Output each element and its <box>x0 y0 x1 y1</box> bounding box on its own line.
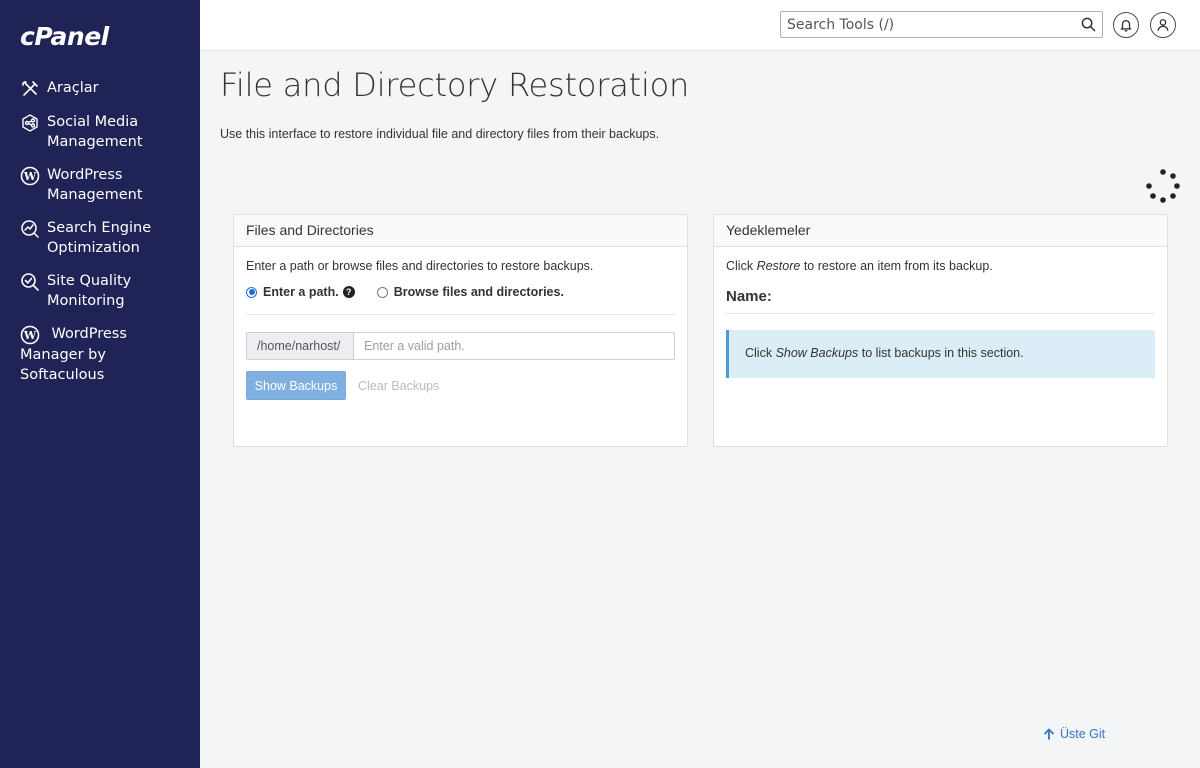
radio-button-selected[interactable] <box>246 286 257 298</box>
radio-label: Enter a path. <box>263 285 339 299</box>
restore-instructions: Click Restore to restore an item from it… <box>726 259 1155 273</box>
text: to restore an item from its backup. <box>800 259 993 273</box>
back-to-top-label: Üste Git <box>1060 727 1106 741</box>
radio-label: Browse files and directories. <box>393 285 564 299</box>
arrow-up-icon <box>1044 728 1054 740</box>
magnifier-check-icon <box>21 273 39 291</box>
restore-mode-radios: Enter a path. ? Browse files and directo… <box>246 285 675 299</box>
search-box <box>780 11 1103 38</box>
sidebar-item-araclar[interactable]: Araçlar <box>0 78 200 99</box>
help-question-icon[interactable]: ? <box>342 286 355 298</box>
restore-emphasis: Restore <box>756 259 801 273</box>
path-input-group: /home/narhost/ <box>246 332 675 360</box>
search-icon[interactable] <box>1081 17 1096 32</box>
social-media-icon <box>22 114 38 132</box>
cpanel-logo[interactable]: cPanel <box>20 22 109 51</box>
sidebar-item-site-quality[interactable]: Site Quality Monitoring <box>0 271 200 311</box>
name-heading: Name: <box>726 288 1155 314</box>
search-tools-input[interactable] <box>781 12 1071 37</box>
user-menu-button[interactable] <box>1150 12 1176 38</box>
sidebar-item-label: Social Media Management <box>47 114 143 150</box>
svg-text:W: W <box>23 170 37 183</box>
backups-panel: Yedeklemeler Click Restore to restore an… <box>713 214 1168 447</box>
text: Click <box>726 259 757 273</box>
wordpress-icon: W <box>20 325 40 345</box>
sidebar-item-label: Araçlar <box>47 80 99 96</box>
page-title: File and Directory Restoration <box>220 66 690 104</box>
info-alert: Click Show Backups to list backups in th… <box>726 330 1155 378</box>
panel-heading: Yedeklemeler <box>714 215 1167 247</box>
radio-button[interactable] <box>376 286 388 298</box>
user-icon <box>1157 19 1169 31</box>
panel-description: Enter a path or browse files and directo… <box>246 259 594 273</box>
tools-icon <box>22 81 38 96</box>
svg-text:W: W <box>23 329 37 342</box>
sidebar-item-label: WordPress Management <box>47 167 143 203</box>
sidebar: cPanel Araçlar Social Media Management W… <box>0 0 200 768</box>
sidebar-item-label: Search Engine Optimization <box>47 220 152 256</box>
radio-enter-path[interactable]: Enter a path. ? <box>246 285 355 299</box>
notifications-button[interactable] <box>1113 12 1139 38</box>
show-backups-button[interactable]: Show Backups <box>246 371 346 400</box>
path-prefix: /home/narhost/ <box>246 332 354 360</box>
sidebar-item-wordpress-management[interactable]: W WordPress Management <box>0 165 200 205</box>
panel-heading: Files and Directories <box>234 215 687 247</box>
files-directories-panel: Files and Directories Enter a path or br… <box>233 214 688 447</box>
divider <box>246 314 675 315</box>
topbar <box>200 0 1200 51</box>
bell-icon <box>1120 19 1132 32</box>
sidebar-nav: Araçlar Social Media Management W WordPr… <box>0 78 200 398</box>
sidebar-item-label: Site Quality Monitoring <box>47 273 132 309</box>
loading-spinner-icon <box>1146 169 1180 203</box>
show-backups-emphasis: Show Backups <box>775 346 859 360</box>
text: Click <box>745 346 776 360</box>
path-input[interactable] <box>354 332 675 360</box>
text: to list backups in this section. <box>858 346 1024 360</box>
sidebar-item-wordpress-manager-softaculous[interactable]: W WordPress Manager by Softaculous <box>0 324 200 385</box>
page-intro: Use this interface to restore individual… <box>220 127 660 141</box>
sidebar-item-seo[interactable]: Search Engine Optimization <box>0 218 200 258</box>
wordpress-icon: W <box>20 166 40 186</box>
sidebar-item-social-media[interactable]: Social Media Management <box>0 112 200 152</box>
clear-backups-button[interactable]: Clear Backups <box>358 379 439 393</box>
seo-chart-icon <box>21 220 39 238</box>
radio-browse-files[interactable]: Browse files and directories. <box>376 285 564 299</box>
back-to-top-link[interactable]: Üste Git <box>1043 727 1105 741</box>
